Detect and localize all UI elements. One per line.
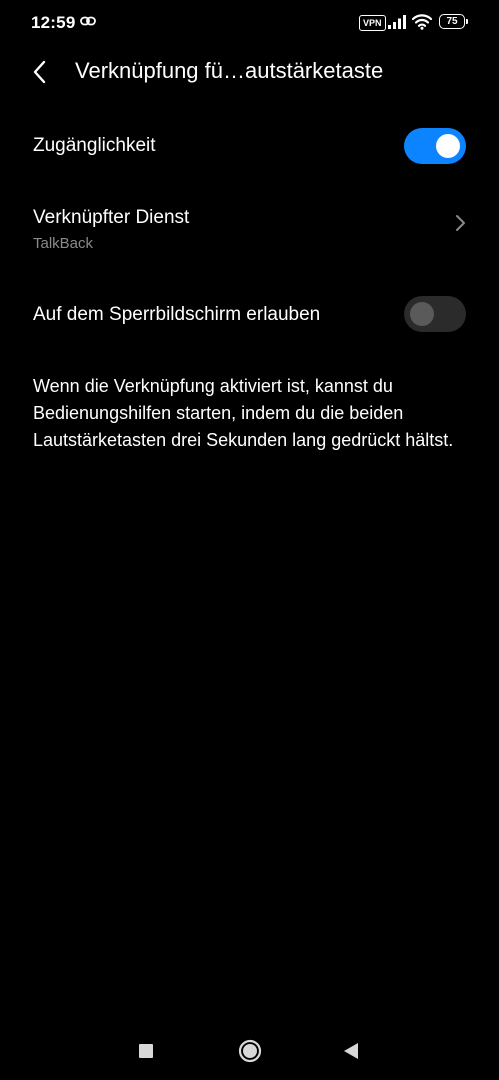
toggle-knob bbox=[410, 302, 434, 326]
linked-service-value: TalkBack bbox=[33, 235, 94, 252]
vpn-badge: VPN bbox=[359, 15, 386, 31]
lock-screen-label: Auf dem Sperrbildschirm erlauben bbox=[33, 304, 321, 325]
wifi-icon bbox=[412, 14, 432, 30]
toggle-knob bbox=[436, 134, 460, 158]
lock-screen-row[interactable]: Auf dem Sperrbildschirm erlauben bbox=[0, 280, 499, 352]
back-arrow-icon bbox=[33, 60, 46, 84]
signal-icon bbox=[388, 15, 406, 29]
battery-level: 75 bbox=[439, 14, 465, 29]
status-time: 12:59 bbox=[31, 13, 76, 32]
accessibility-toggle[interactable] bbox=[404, 128, 466, 164]
chevron-right-icon bbox=[456, 215, 465, 231]
linked-service-row[interactable]: Verknüpfter Dienst TalkBack bbox=[0, 192, 499, 272]
app-bar: Verknüpfung fü…autstärketaste bbox=[0, 48, 499, 98]
navigation-bar bbox=[0, 1020, 499, 1080]
linked-service-label: Verknüpfter Dienst bbox=[33, 207, 190, 228]
link-icon bbox=[80, 16, 96, 26]
nav-back-button[interactable] bbox=[343, 1042, 359, 1060]
recents-button[interactable] bbox=[139, 1044, 153, 1058]
accessibility-label: Zugänglichkeit bbox=[33, 135, 156, 156]
lock-screen-toggle[interactable] bbox=[404, 296, 466, 332]
battery-tip bbox=[466, 19, 468, 24]
shortcut-description: Wenn die Verknüpfung aktiviert ist, kann… bbox=[33, 376, 454, 450]
accessibility-row[interactable]: Zugänglichkeit bbox=[0, 110, 499, 182]
page-title: Verknüpfung fü…autstärketaste bbox=[75, 58, 384, 83]
status-bar: 12:59 VPN 75 bbox=[0, 0, 499, 46]
home-button[interactable] bbox=[238, 1039, 262, 1063]
battery-indicator: 75 bbox=[439, 14, 468, 29]
back-button[interactable] bbox=[26, 56, 58, 88]
